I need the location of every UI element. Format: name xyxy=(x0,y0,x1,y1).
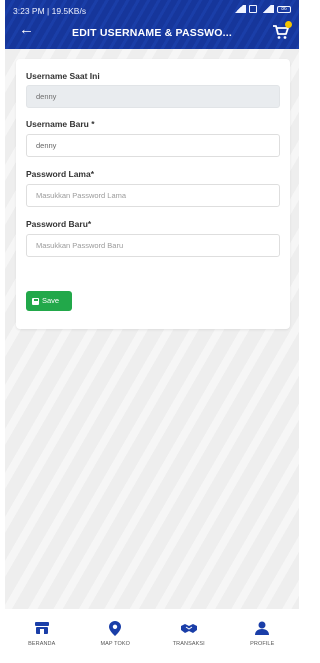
cart-badge xyxy=(285,21,292,28)
status-icons: 86 xyxy=(232,5,291,13)
nav-item-profile[interactable]: PROFILE xyxy=(226,609,300,663)
form-card: Username Saat Ini denny Username Baru * … xyxy=(16,59,290,329)
nav-item-beranda[interactable]: BERANDA xyxy=(5,609,79,663)
battery-icon: 86 xyxy=(277,5,291,13)
handshake-icon xyxy=(180,620,198,636)
save-icon xyxy=(32,297,39,305)
page-title: EDIT USERNAME & PASSWO... xyxy=(72,27,232,39)
new-username-label: Username Baru * xyxy=(26,119,95,129)
old-password-placeholder: Masukkan Password Lama xyxy=(36,191,127,200)
status-time: 3:23 PM | 19.5KB/s xyxy=(13,6,87,16)
current-username-label: Username Saat Ini xyxy=(26,71,100,81)
nav-label-map-toko: MAP TOKO xyxy=(100,641,131,647)
bottom-nav: BERANDA MAP TOKO TRANSAKSI PROFILE xyxy=(5,609,299,663)
new-password-placeholder: Masukkan Password Baru xyxy=(36,241,124,250)
new-username-input[interactable]: denny xyxy=(26,134,280,157)
new-password-label: Password Baru* xyxy=(26,219,92,229)
top-bar: 3:23 PM | 19.5KB/s 86 ← EDIT USERNAME & … xyxy=(5,0,299,49)
nav-label-beranda: BERANDA xyxy=(28,641,56,647)
store-icon xyxy=(33,620,51,636)
save-label: Save xyxy=(42,296,60,305)
user-icon xyxy=(253,620,271,636)
nav-item-map-toko[interactable]: MAP TOKO xyxy=(79,609,153,663)
nav-label-profile: PROFILE xyxy=(250,641,275,647)
sim-icon xyxy=(249,5,257,13)
old-password-input[interactable]: Masukkan Password Lama xyxy=(26,184,280,207)
nav-label-transaksi: TRANSAKSI xyxy=(172,641,205,647)
map-pin-icon xyxy=(106,620,124,636)
cart-icon[interactable] xyxy=(272,21,292,40)
signal-icon-2 xyxy=(260,5,274,13)
save-button[interactable]: Save xyxy=(26,291,72,311)
signal-icon xyxy=(232,5,246,13)
current-username-field: denny xyxy=(26,85,280,108)
app-screen: 3:23 PM | 19.5KB/s 86 ← EDIT USERNAME & … xyxy=(5,0,299,663)
old-password-label: Password Lama* xyxy=(26,169,95,179)
new-password-input[interactable]: Masukkan Password Baru xyxy=(26,234,280,257)
nav-item-transaksi[interactable]: TRANSAKSI xyxy=(152,609,226,663)
